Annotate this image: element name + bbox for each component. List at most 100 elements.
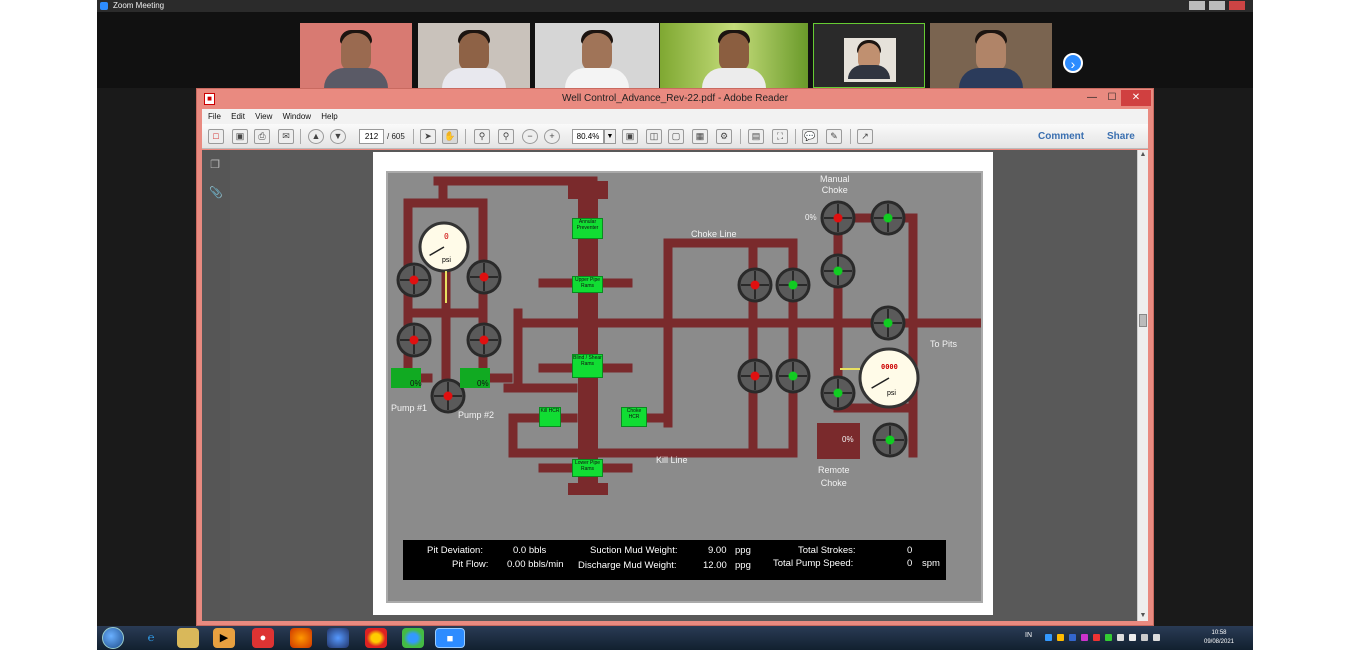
- video-tile-4[interactable]: [660, 23, 808, 88]
- create-pdf-icon[interactable]: □: [208, 129, 224, 144]
- zoom-restore-button[interactable]: [1209, 1, 1225, 10]
- document-area[interactable]: Annular Preventer Upper Pipe Rams Blind …: [230, 150, 1137, 621]
- participant-body: [324, 68, 388, 88]
- next-page-icon[interactable]: ▼: [330, 129, 346, 144]
- manual-choke-percent: 0%: [805, 213, 817, 222]
- comment-button[interactable]: Comment: [1038, 129, 1084, 144]
- marquee-zoom-icon[interactable]: ⚲: [474, 129, 490, 144]
- clock-date: 09/08/2021: [1203, 639, 1235, 645]
- browser-icon[interactable]: [327, 628, 349, 648]
- upper-pipe-rams-button[interactable]: Upper Pipe Rams: [572, 276, 603, 293]
- expand-icon[interactable]: ↗: [857, 129, 873, 144]
- fit-width-icon[interactable]: ▢: [668, 129, 684, 144]
- video-tile-1[interactable]: [300, 23, 412, 88]
- full-screen-icon[interactable]: ⛶: [772, 129, 788, 144]
- menu-window[interactable]: Window: [283, 112, 311, 121]
- zoom-close-button[interactable]: [1229, 1, 1245, 10]
- save-icon[interactable]: ▣: [232, 129, 248, 144]
- page-number-input[interactable]: 212: [359, 129, 384, 144]
- actual-size-icon[interactable]: ▣: [622, 129, 638, 144]
- highlight-icon[interactable]: ✎: [826, 129, 842, 144]
- manual-choke-label: Manual Choke: [820, 174, 850, 196]
- zoom-dropdown-icon[interactable]: ▼: [604, 129, 616, 144]
- menu-file[interactable]: File: [208, 112, 221, 121]
- previous-page-icon[interactable]: ▲: [308, 129, 324, 144]
- chrome-icon-2[interactable]: [402, 628, 424, 648]
- valve-status-light: [833, 266, 843, 276]
- start-button[interactable]: [102, 627, 124, 649]
- action-center-icon[interactable]: [1129, 634, 1136, 641]
- tray-icon-1[interactable]: [1045, 634, 1052, 641]
- scroll-up-icon[interactable]: ▲: [1138, 150, 1148, 160]
- discharge-unit: ppg: [735, 560, 751, 571]
- internet-explorer-icon[interactable]: ℮: [140, 628, 162, 648]
- clock[interactable]: 10:58 09/08/2021: [1197, 629, 1241, 647]
- participant-body: [959, 68, 1023, 88]
- signal-icon[interactable]: [1141, 634, 1148, 641]
- firefox-icon[interactable]: [290, 628, 312, 648]
- dynamic-zoom-icon[interactable]: ⚲: [498, 129, 514, 144]
- reading-mode-icon[interactable]: ⚙: [716, 129, 732, 144]
- pump-speed-unit: spm: [922, 558, 940, 569]
- zoom-minimize-button[interactable]: [1189, 1, 1205, 10]
- reader-close-button[interactable]: ✕: [1121, 90, 1151, 106]
- tray-icon-5[interactable]: [1105, 634, 1112, 641]
- video-tile-5[interactable]: [813, 23, 925, 88]
- zoom-taskbar-icon[interactable]: ■: [435, 628, 465, 648]
- tray-icon-6[interactable]: [1117, 634, 1124, 641]
- blind-shear-rams-button[interactable]: Blind / Shear Rams: [572, 354, 603, 378]
- tray-icon-3[interactable]: [1081, 634, 1088, 641]
- vertical-scrollbar[interactable]: ▲ ▼: [1137, 150, 1148, 621]
- valve-status-light: [409, 275, 419, 285]
- file-explorer-icon[interactable]: [177, 628, 199, 648]
- scroll-down-icon[interactable]: ▼: [1138, 611, 1148, 621]
- suction-unit: ppg: [735, 545, 751, 556]
- pdf-icon: ■: [204, 93, 215, 105]
- adobe-reader-window: ■ Well Control_Advance_Rev-22.pdf - Adob…: [196, 88, 1154, 626]
- attachments-icon[interactable]: 📎: [209, 186, 223, 200]
- print-icon[interactable]: ⎙: [254, 129, 270, 144]
- menu-help[interactable]: Help: [321, 112, 337, 121]
- next-participants-button[interactable]: ›: [1063, 53, 1083, 73]
- kill-hcr-button[interactable]: Kill HCR: [539, 407, 561, 427]
- single-page-icon[interactable]: ▤: [748, 129, 764, 144]
- scroll-thumb[interactable]: [1139, 314, 1147, 327]
- hand-tool-icon[interactable]: ✋: [442, 129, 458, 144]
- menu-edit[interactable]: Edit: [231, 112, 245, 121]
- language-indicator[interactable]: IN: [1025, 632, 1032, 639]
- zoom-level-input[interactable]: 80.4%: [572, 129, 604, 144]
- total-pump-speed-value: 0: [907, 558, 913, 569]
- volume-icon[interactable]: [1153, 634, 1160, 641]
- media-player-icon[interactable]: ▶: [213, 628, 235, 648]
- zoom-out-icon[interactable]: −: [522, 129, 538, 144]
- annular-preventer-button[interactable]: Annular Preventer: [572, 218, 603, 239]
- video-tile-2[interactable]: [418, 23, 530, 88]
- participant-body: [565, 68, 629, 88]
- menu-view[interactable]: View: [255, 112, 272, 121]
- fit-page-icon[interactable]: ◫: [646, 129, 662, 144]
- choke-hcr-button[interactable]: Choke HCR: [621, 407, 647, 427]
- bluetooth-icon[interactable]: [1069, 634, 1076, 641]
- well-control-simulator: Annular Preventer Upper Pipe Rams Blind …: [386, 171, 983, 603]
- zoom-in-icon[interactable]: +: [544, 129, 560, 144]
- share-button[interactable]: Share: [1107, 129, 1135, 144]
- chrome-icon[interactable]: [365, 628, 387, 648]
- pages-icon[interactable]: ❐: [209, 158, 221, 172]
- video-tile-6[interactable]: [930, 23, 1052, 88]
- sticky-note-icon[interactable]: 💬: [802, 129, 818, 144]
- reader-minimize-button[interactable]: —: [1081, 90, 1103, 106]
- zoom-title: Zoom Meeting: [113, 1, 165, 10]
- valve-status-light: [833, 388, 843, 398]
- toolbar-divider: [850, 129, 851, 144]
- video-tile-3[interactable]: [535, 23, 659, 88]
- tray-icon-4[interactable]: [1093, 634, 1100, 641]
- select-tool-icon[interactable]: ➤: [420, 129, 436, 144]
- fit-visible-icon[interactable]: ▦: [692, 129, 708, 144]
- suction-mud-weight-label: Suction Mud Weight:: [590, 545, 678, 556]
- lower-pipe-rams-button[interactable]: Lower Pipe Rams: [572, 459, 603, 477]
- tray-icon-2[interactable]: [1057, 634, 1064, 641]
- app-icon[interactable]: ●: [252, 628, 274, 648]
- reader-maximize-button[interactable]: ☐: [1101, 90, 1123, 106]
- email-icon[interactable]: ✉: [278, 129, 294, 144]
- wellbore-stack: [578, 198, 598, 493]
